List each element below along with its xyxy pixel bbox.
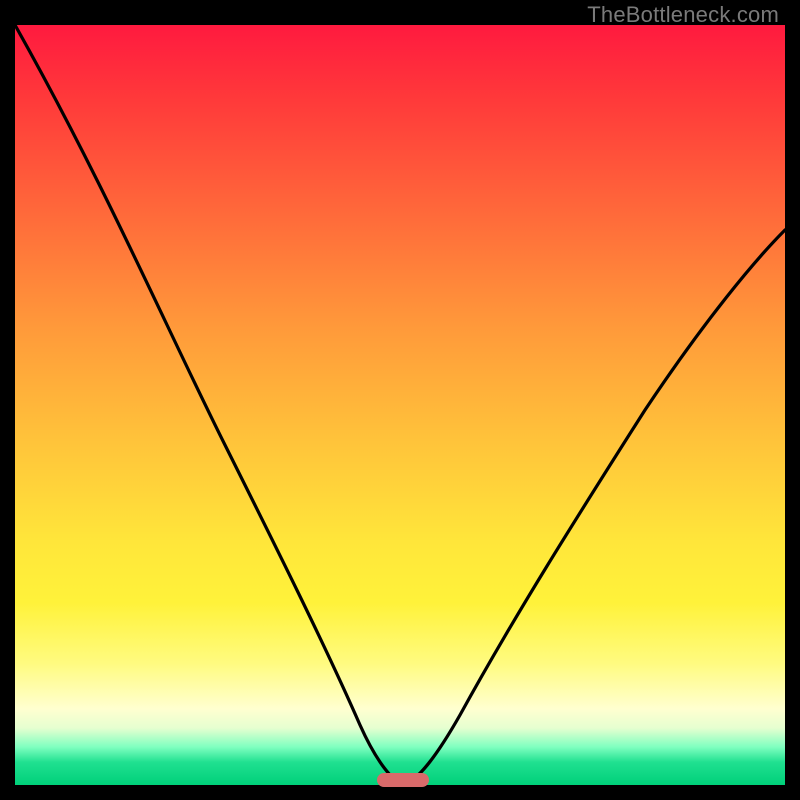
curve-right-arm <box>403 230 785 785</box>
curve-left-arm <box>15 25 403 785</box>
optimal-marker <box>377 773 429 787</box>
plot-area <box>15 25 785 785</box>
bottleneck-curve <box>15 25 785 785</box>
chart-frame: TheBottleneck.com <box>15 0 785 785</box>
